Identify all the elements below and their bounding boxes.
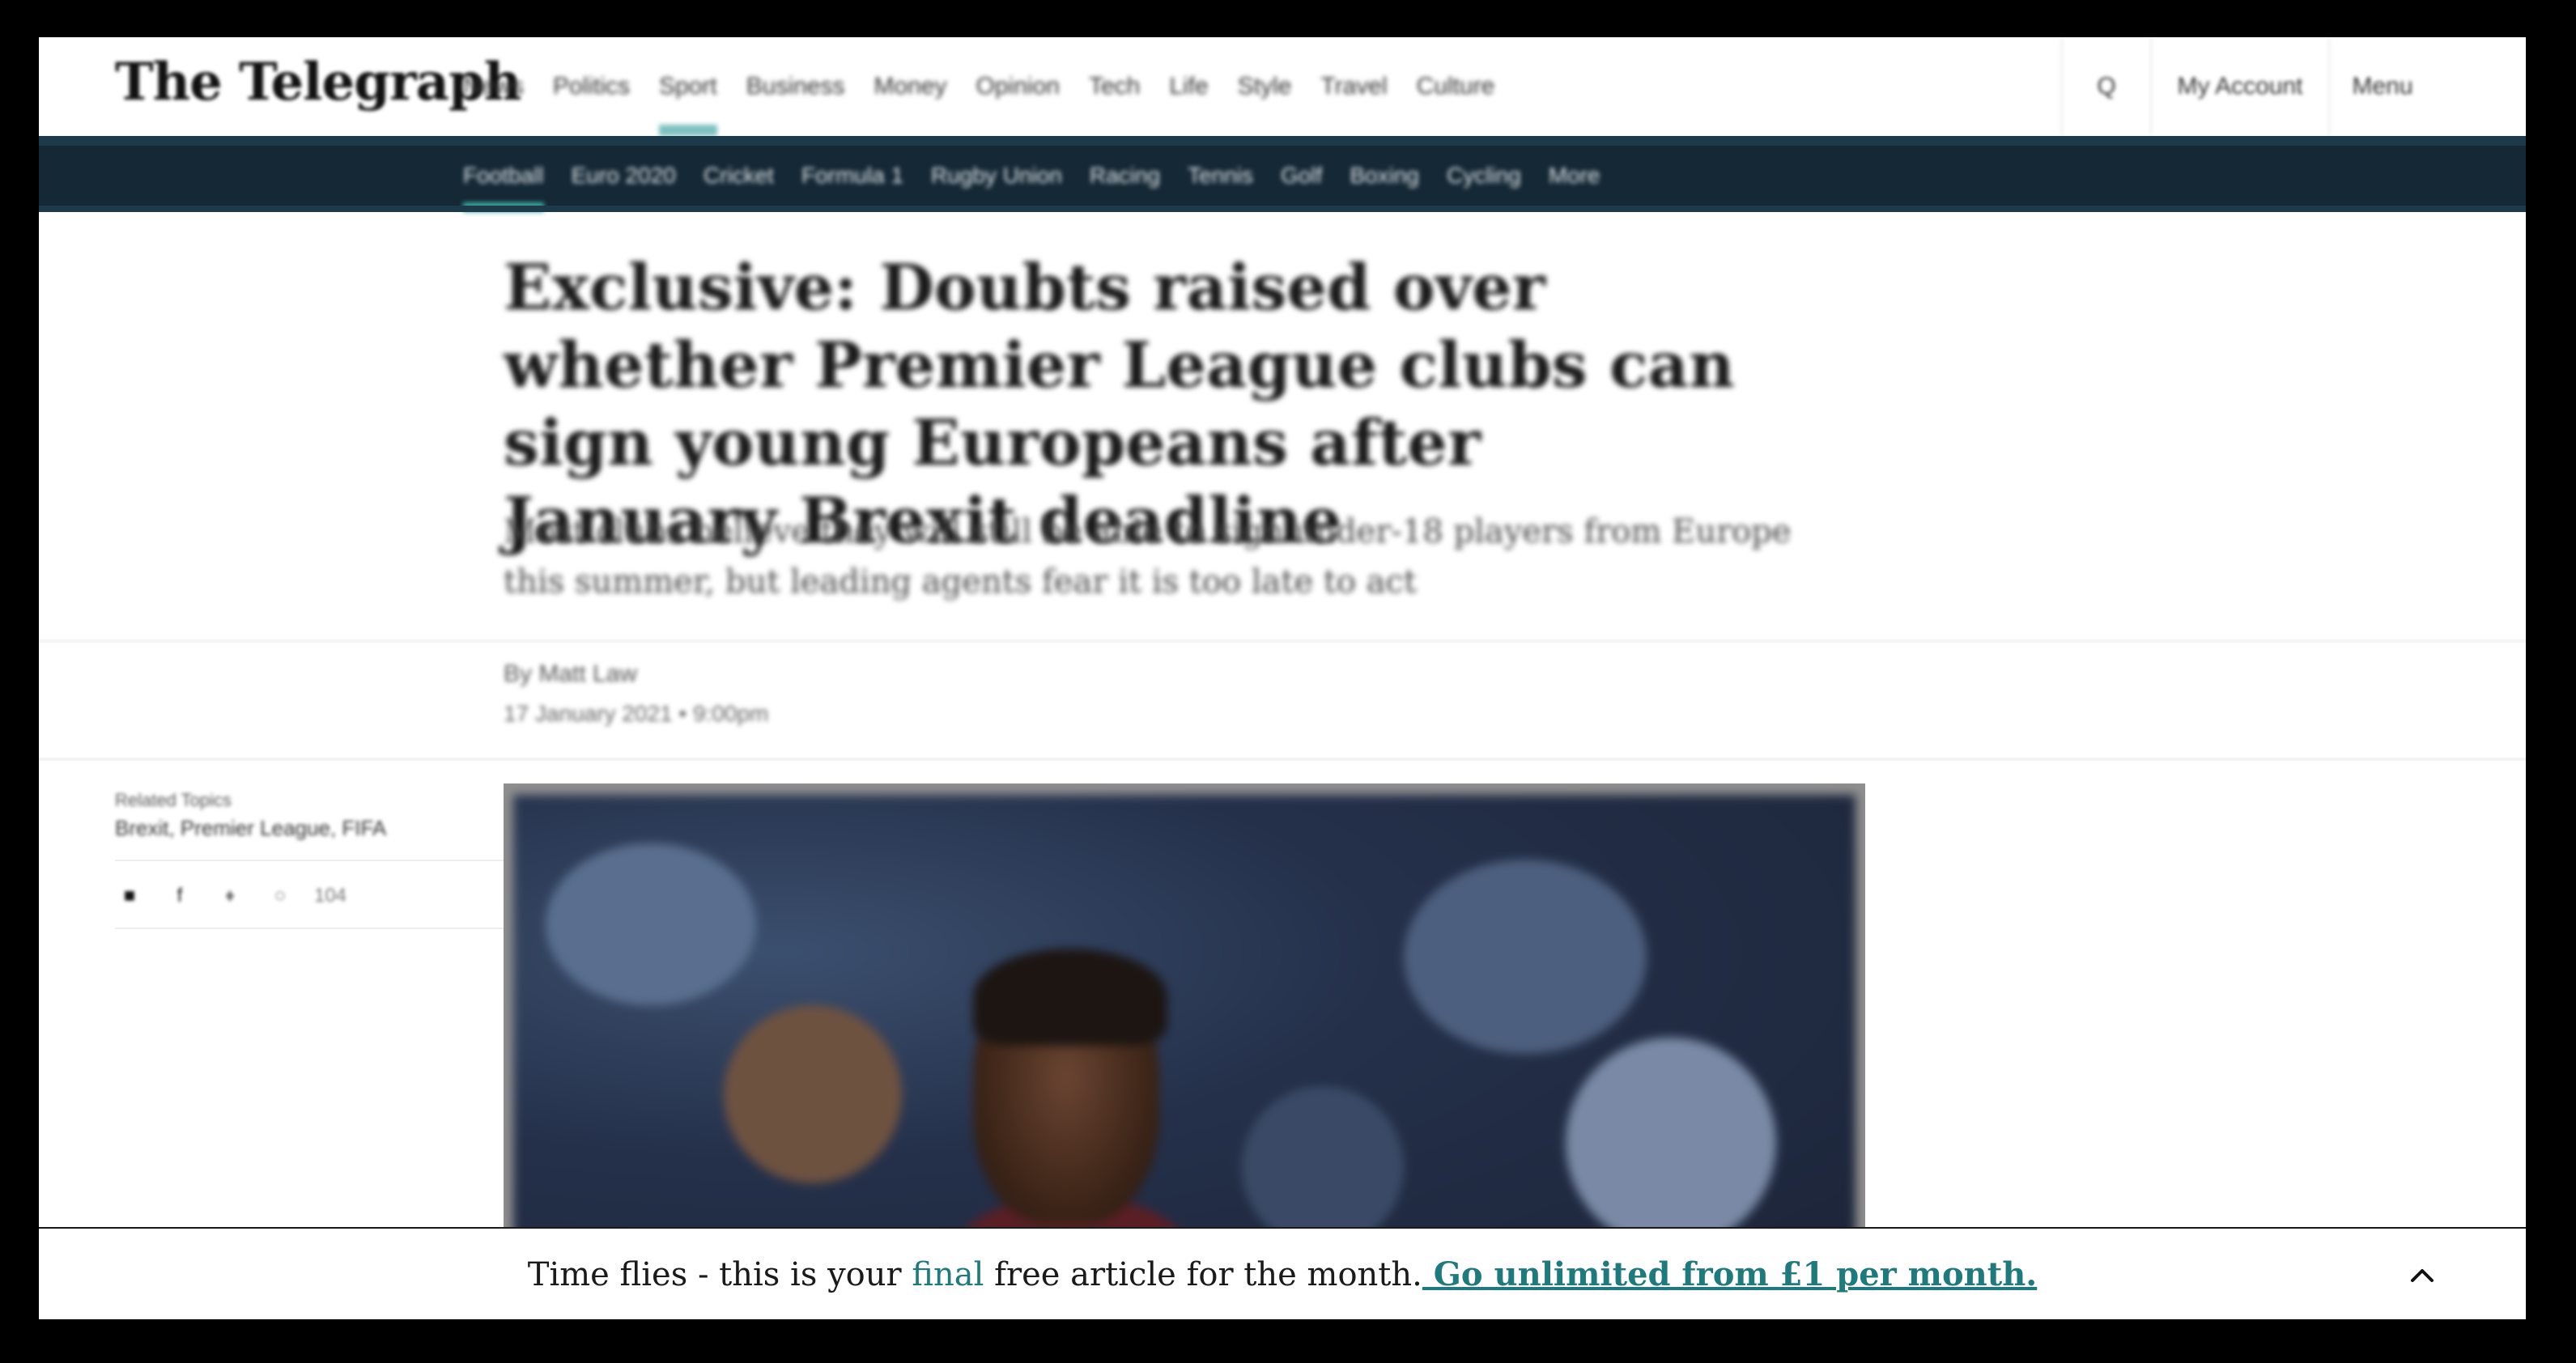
crowd-blur: [1242, 1086, 1404, 1248]
nav-item-sport[interactable]: Sport: [659, 37, 717, 136]
banner-highlight: final: [912, 1256, 984, 1293]
comment-count: 104: [313, 885, 347, 907]
facebook-icon[interactable]: f: [165, 884, 194, 908]
section-item-boxing[interactable]: Boxing: [1350, 146, 1419, 206]
site-logo[interactable]: The Telegraph: [115, 52, 521, 113]
section-item-euro[interactable]: Euro 2020: [572, 146, 676, 206]
subscribe-link[interactable]: Go unlimited from £1 per month.: [1422, 1255, 2037, 1293]
account-button[interactable]: My Account: [2150, 37, 2328, 136]
related-topics-links[interactable]: Brexit, Premier League, FIFA: [115, 816, 386, 841]
email-icon[interactable]: ■: [115, 884, 144, 908]
nav-item-opinion[interactable]: Opinion: [976, 37, 1060, 136]
section-item-cycling[interactable]: Cycling: [1447, 146, 1521, 206]
crowd-blur: [1566, 1038, 1776, 1248]
section-item-football[interactable]: Football: [463, 146, 544, 212]
section-item-cricket[interactable]: Cricket: [704, 146, 774, 206]
section-item-rugby[interactable]: Rugby Union: [931, 146, 1062, 206]
related-topics-label: Related Topics: [115, 790, 232, 810]
search-icon: Q: [2097, 73, 2116, 100]
banner-message: Time flies - this is your final free art…: [39, 1229, 2526, 1319]
menu-button[interactable]: Menu: [2328, 37, 2435, 136]
banner-prefix: Time flies - this is your: [527, 1256, 912, 1293]
section-item-more[interactable]: More: [1549, 146, 1600, 206]
nav-item-life[interactable]: Life: [1169, 37, 1208, 136]
section-nav-bar: Football Euro 2020 Cricket Formula 1 Rug…: [39, 136, 2526, 212]
chevron-up-icon[interactable]: [2406, 1259, 2438, 1292]
whatsapp-icon[interactable]: ○: [266, 884, 295, 908]
crowd-blur: [546, 843, 756, 1005]
metered-paywall-banner: Time flies - this is your final free art…: [39, 1227, 2526, 1319]
section-nav: Football Euro 2020 Cricket Formula 1 Rug…: [463, 146, 1628, 212]
banner-middle: free article for the month.: [984, 1256, 1422, 1293]
divider: [39, 758, 2526, 761]
browser-viewport: The Telegraph News Politics Sport Busine…: [39, 37, 2526, 1319]
twitter-icon[interactable]: ♦: [215, 884, 244, 908]
nav-item-news[interactable]: News: [463, 37, 524, 136]
section-item-golf[interactable]: Golf: [1281, 146, 1322, 206]
nav-item-politics[interactable]: Politics: [553, 37, 630, 136]
divider: [39, 639, 2526, 643]
nav-item-tech[interactable]: Tech: [1089, 37, 1140, 136]
author-byline[interactable]: By Matt Law: [504, 660, 637, 688]
crowd-blur: [724, 1005, 902, 1183]
player-hair: [973, 949, 1167, 1046]
nav-item-business[interactable]: Business: [746, 37, 845, 136]
sidebar-divider: [115, 928, 508, 929]
section-bar-bottom-strip: [39, 206, 2526, 212]
account-label: My Account: [2177, 73, 2303, 100]
nav-item-travel[interactable]: Travel: [1320, 37, 1387, 136]
section-item-f1[interactable]: Formula 1: [801, 146, 903, 206]
publish-date: 17 January 2021 • 9:00pm: [504, 701, 769, 726]
menu-label: Menu: [2352, 73, 2413, 100]
main-nav: News Politics Sport Business Money Opini…: [463, 37, 1524, 136]
crowd-blur: [1404, 860, 1647, 1054]
section-bar-top-strip: [39, 136, 2526, 146]
sidebar-divider: [115, 860, 508, 861]
section-item-tennis[interactable]: Tennis: [1188, 146, 1253, 206]
nav-item-style[interactable]: Style: [1238, 37, 1292, 136]
comments-icon[interactable]: 104: [313, 884, 347, 908]
article-standfirst: Most clubs believe they will still be ab…: [504, 513, 1792, 601]
nav-item-money[interactable]: Money: [874, 37, 947, 136]
search-button[interactable]: Q: [2061, 37, 2150, 136]
section-item-racing[interactable]: Racing: [1090, 146, 1160, 206]
share-bar: ■ f ♦ ○ 104: [115, 884, 347, 908]
nav-item-culture[interactable]: Culture: [1417, 37, 1495, 136]
masthead: The Telegraph News Politics Sport Busine…: [39, 37, 2526, 136]
